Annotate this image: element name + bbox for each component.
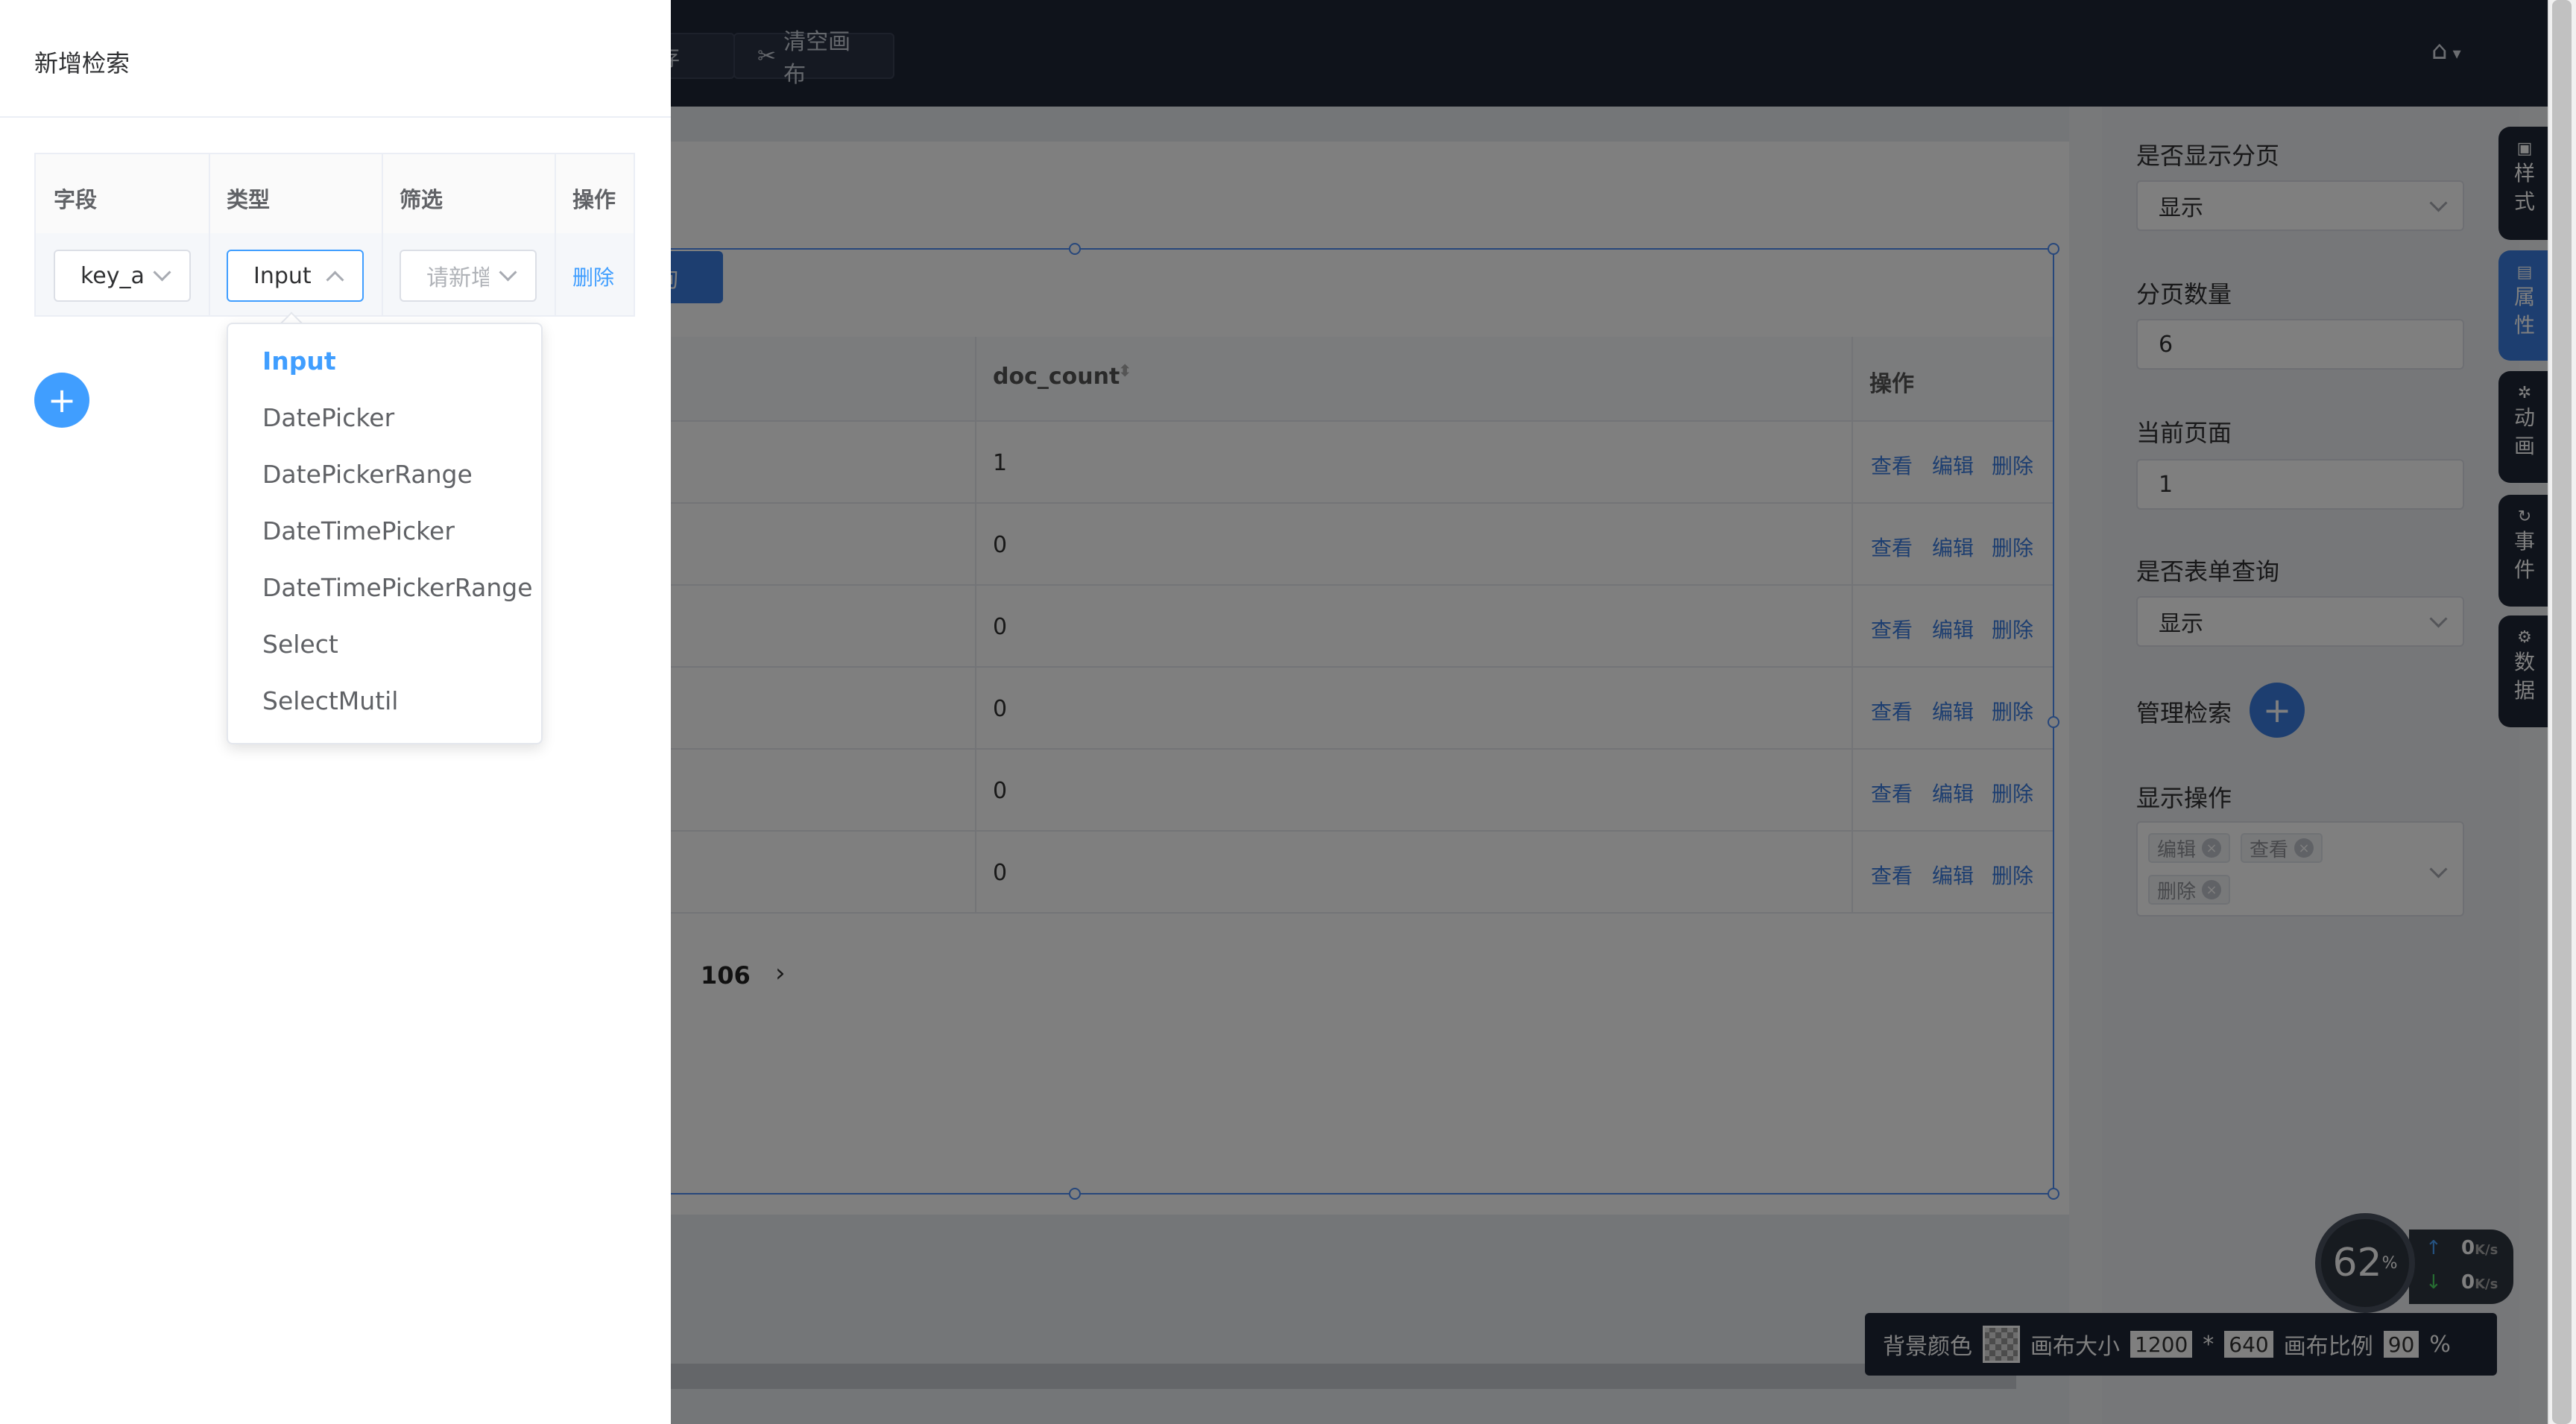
divider [0, 116, 671, 118]
delete-row-link[interactable]: 删除 [572, 262, 614, 291]
col-filter: 筛选 [400, 187, 443, 212]
vertical-scrollbar-thumb[interactable] [2552, 0, 2572, 1424]
col-type: 类型 [227, 187, 271, 212]
option-selectmutil[interactable]: SelectMutil [262, 686, 398, 715]
type-select-value: Input [253, 262, 312, 289]
col-field: 字段 [54, 187, 98, 212]
modal-overlay[interactable] [671, 0, 2548, 1424]
column-divider [382, 154, 383, 315]
filter-select-placeholder: 请新增 [426, 265, 489, 291]
option-datetimepickerrange[interactable]: DateTimePickerRange [262, 573, 533, 602]
column-divider [209, 154, 210, 315]
option-datetimepicker[interactable]: DateTimePicker [262, 516, 455, 545]
type-dropdown: Input DatePicker DatePickerRange DateTim… [227, 323, 543, 744]
chevron-up-icon [326, 270, 344, 289]
option-datepicker[interactable]: DatePicker [262, 403, 394, 432]
drawer-title: 新增检索 [34, 49, 130, 77]
type-select[interactable]: Input [227, 250, 364, 302]
field-select[interactable]: key_a [54, 250, 191, 302]
option-datepickerrange[interactable]: DatePickerRange [262, 460, 473, 489]
add-field-button[interactable]: + [34, 373, 89, 428]
chevron-down-icon [153, 263, 171, 282]
col-op: 操作 [572, 187, 616, 212]
field-select-value: key_a [80, 262, 145, 289]
option-select[interactable]: Select [262, 630, 338, 659]
field-table-header [36, 154, 634, 235]
column-divider [555, 154, 556, 315]
chevron-down-icon [499, 263, 517, 282]
plus-icon: + [47, 380, 77, 420]
option-input[interactable]: Input [262, 346, 336, 376]
filter-select[interactable]: 请新增 [400, 250, 537, 302]
